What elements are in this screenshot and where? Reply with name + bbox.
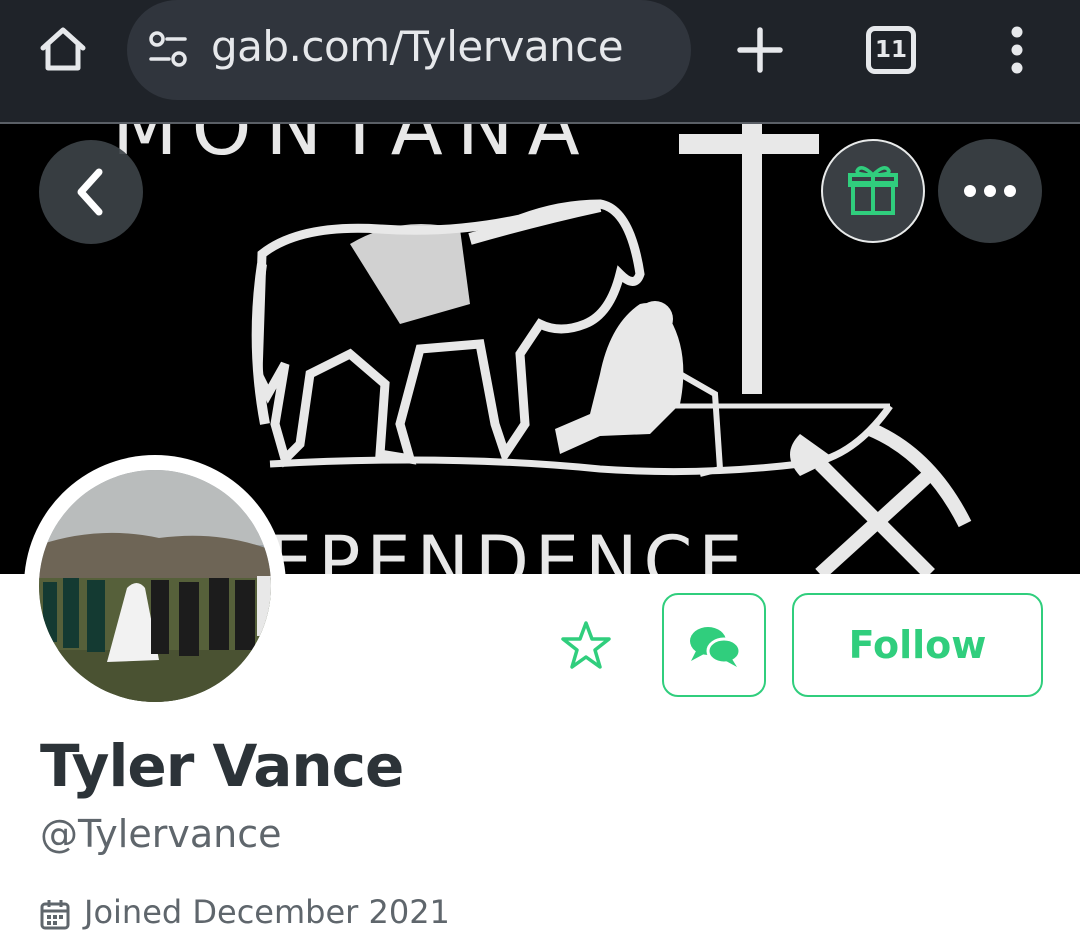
more-horizontal-icon — [964, 185, 1016, 197]
chevron-left-icon — [77, 168, 103, 216]
tab-count: 11 — [874, 37, 907, 63]
message-button[interactable] — [662, 593, 766, 697]
avatar-photo — [39, 470, 271, 702]
kebab-menu-icon — [1011, 26, 1023, 74]
banner-bottom-text: EPENDENCE — [268, 521, 749, 574]
joined-date: Joined December 2021 — [84, 893, 450, 931]
display-name: Tyler Vance — [40, 732, 404, 800]
tab-switcher-button[interactable]: 11 — [866, 26, 916, 74]
gift-icon — [848, 166, 898, 215]
browser-toolbar: gab.com/Tylervance 11 — [0, 0, 1080, 123]
gift-button[interactable] — [821, 139, 925, 243]
chat-bubbles-icon — [690, 627, 742, 667]
star-icon — [561, 621, 611, 669]
new-tab-button[interactable] — [734, 24, 786, 76]
address-bar[interactable]: gab.com/Tylervance — [127, 0, 691, 100]
favorite-button[interactable] — [558, 618, 614, 674]
avatar[interactable] — [39, 470, 271, 702]
plus-icon — [737, 27, 783, 73]
url-text[interactable]: gab.com/Tylervance — [211, 22, 624, 71]
site-info-icon[interactable] — [147, 30, 191, 70]
browser-menu-button[interactable] — [1000, 24, 1034, 76]
calendar-icon — [40, 900, 70, 930]
back-button[interactable] — [39, 140, 143, 244]
follow-button[interactable]: Follow — [792, 593, 1043, 697]
username: @Tylervance — [40, 812, 282, 856]
banner-top-text: MONTANA — [112, 124, 594, 172]
home-icon — [40, 27, 86, 71]
follow-label: Follow — [848, 623, 987, 667]
more-options-button[interactable] — [938, 139, 1042, 243]
home-button[interactable] — [36, 22, 90, 76]
